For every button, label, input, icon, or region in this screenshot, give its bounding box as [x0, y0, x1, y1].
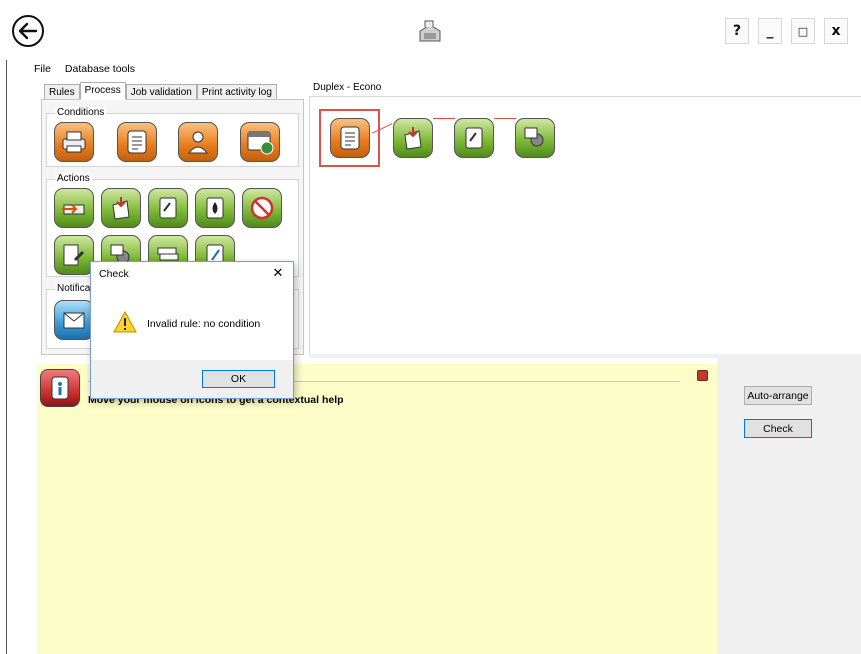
app-logo-icon — [416, 19, 444, 45]
close-button[interactable]: x — [824, 18, 848, 44]
help-panel — [37, 364, 717, 654]
toner-save-icon[interactable] — [195, 188, 235, 228]
workflow-connector — [494, 118, 516, 119]
workflow-finishing-node[interactable] — [515, 118, 555, 158]
title-bar: ? _ □ x — [0, 0, 861, 62]
menu-bar: File Database tools — [34, 63, 135, 79]
workflow-document-condition-node[interactable] — [330, 118, 370, 158]
conditions-title: Conditions — [55, 107, 107, 118]
conditions-group: Conditions — [46, 107, 299, 167]
menu-file[interactable]: File — [34, 63, 51, 79]
auto-arrange-button[interactable]: Auto-arrange — [744, 386, 812, 405]
ok-button[interactable]: OK — [202, 370, 275, 388]
tab-print-activity-log[interactable]: Print activity log — [196, 84, 277, 100]
tab-job-validation[interactable]: Job validation — [125, 84, 197, 100]
tab-strip: Rules Process Job validation Print activ… — [44, 82, 277, 100]
workflow-connector — [433, 118, 455, 119]
minimize-button[interactable]: _ — [758, 18, 782, 44]
redirect-printer-icon[interactable] — [54, 188, 94, 228]
back-button[interactable] — [12, 15, 44, 47]
arrow-left-icon — [18, 22, 38, 40]
warning-icon — [113, 310, 137, 336]
dialog-footer: OK — [91, 360, 293, 398]
actions-title: Actions — [55, 173, 92, 184]
maximize-button[interactable]: □ — [791, 18, 815, 44]
clear-help-icon[interactable] — [697, 370, 708, 381]
menu-database-tools[interactable]: Database tools — [65, 63, 135, 79]
dialog-close-button[interactable]: ✕ — [269, 264, 287, 282]
approval-icon[interactable] — [54, 235, 94, 275]
workflow-print-settings-node[interactable] — [393, 118, 433, 158]
user-condition-icon[interactable] — [178, 122, 218, 162]
print-settings-icon[interactable] — [101, 188, 141, 228]
help-info-icon — [40, 369, 80, 407]
check-dialog: Check ✕ Invalid rule: no condition OK — [90, 261, 294, 399]
duplex-icon[interactable] — [148, 188, 188, 228]
workflow-canvas[interactable] — [309, 96, 861, 354]
document-condition-icon[interactable] — [117, 122, 157, 162]
tab-process[interactable]: Process — [79, 82, 126, 100]
help-button[interactable]: ? — [725, 18, 749, 44]
workflow-duplex-node[interactable] — [454, 118, 494, 158]
dialog-message: Invalid rule: no condition — [147, 318, 261, 330]
printer-condition-icon[interactable] — [54, 122, 94, 162]
dialog-title: Check — [99, 268, 129, 280]
tab-rules[interactable]: Rules — [44, 84, 80, 100]
email-notification-icon[interactable] — [54, 300, 94, 340]
schedule-condition-icon[interactable] — [240, 122, 280, 162]
block-print-icon[interactable] — [242, 188, 282, 228]
check-button[interactable]: Check — [744, 419, 812, 438]
workflow-title: Duplex - Econo — [313, 82, 382, 93]
